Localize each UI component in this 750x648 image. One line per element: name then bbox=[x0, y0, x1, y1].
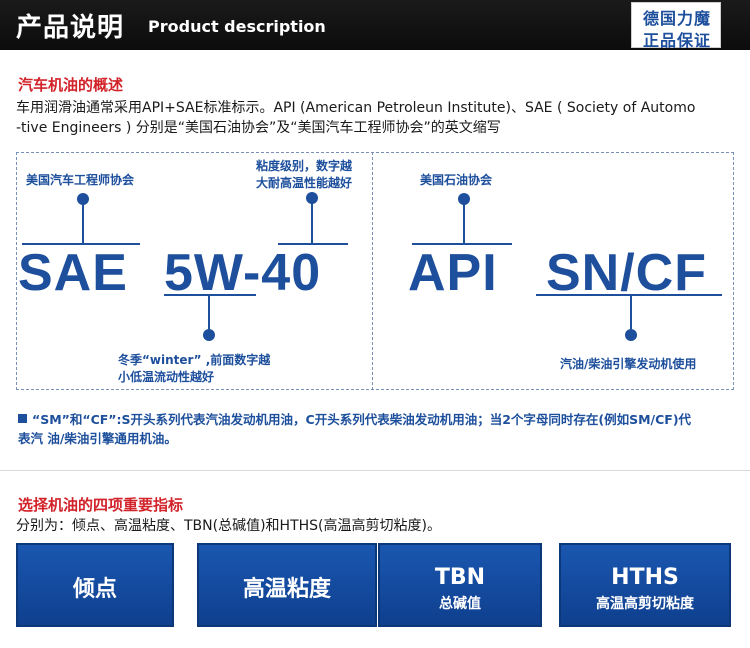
winter-pointer-line bbox=[208, 295, 210, 329]
indicator-high-temp-viscosity: 高温粘度 bbox=[197, 543, 377, 627]
sm-cf-note: “SM”和“CF”:S开头系列代表汽油发动机用油，C开头系列代表柴油发动机用油；… bbox=[18, 410, 736, 448]
api-callout: 美国石油协会 bbox=[420, 173, 493, 187]
viscosity-pointer-line bbox=[311, 203, 313, 244]
header-title-en: Product description bbox=[148, 17, 326, 36]
indicator-label: HTHS bbox=[611, 565, 679, 590]
brand-line-2: 正品保证 bbox=[642, 31, 711, 50]
overview-line-2: -tive Engineers ) 分别是“美国石油协会”及“美国汽车工程师协会… bbox=[16, 120, 501, 136]
square-bullet-icon bbox=[18, 414, 27, 423]
viscosity-callout-2: 大耐高温性能越好 bbox=[256, 176, 353, 190]
winter-callout-2: 小低温流动性越好 bbox=[118, 370, 215, 384]
api-pointer-line bbox=[463, 204, 465, 244]
engine-pointer-line bbox=[630, 295, 632, 329]
engine-pointer-dot bbox=[625, 329, 637, 341]
brand-badge: 德国力魔 正品保证 bbox=[631, 2, 721, 50]
indicator-tbn: TBN 总碱值 bbox=[378, 543, 542, 627]
note-line-2: 表汽 油/柴油引擎通用机油。 bbox=[18, 431, 177, 446]
header-title-cn: 产品说明 bbox=[16, 13, 125, 43]
engine-underline bbox=[536, 294, 722, 296]
sae-pointer-line bbox=[82, 204, 84, 244]
indicator-sublabel: 总碱值 bbox=[439, 596, 481, 612]
indicator-label: TBN bbox=[434, 565, 486, 590]
indicator-label: 倾点 bbox=[72, 577, 117, 602]
indicator-label: 高温粘度 bbox=[242, 577, 331, 602]
overview-line-1: 车用润滑油通常采用API+SAE标准标示。API (American Petro… bbox=[16, 100, 696, 116]
indicator-pour-point: 倾点 bbox=[16, 543, 174, 627]
header-banner: 产品说明 Product description 德国力魔 正品保证 bbox=[0, 0, 750, 50]
brand-line-1: 德国力魔 bbox=[642, 9, 711, 28]
indicator-hths: HTHS 高温高剪切粘度 bbox=[559, 543, 731, 627]
overview-title: 汽车机油的概述 bbox=[18, 76, 124, 94]
indicators-title: 选择机油的四项重要指标 bbox=[18, 496, 184, 514]
engine-callout: 汽油/柴油引擎发动机使用 bbox=[560, 357, 697, 371]
section-divider bbox=[0, 470, 750, 471]
sae-text: SAE bbox=[18, 244, 128, 302]
viscosity-callout-1: 粘度级别，数字越 bbox=[256, 159, 353, 173]
indicators-subtitle: 分别为：倾点、高温粘度、TBN(总碱值)和HTHS(高温高剪切粘度)。 bbox=[16, 518, 441, 534]
api-text: API bbox=[408, 244, 498, 302]
winter-callout-1: 冬季“winter” ,前面数字越 bbox=[118, 353, 271, 367]
winter-pointer-dot bbox=[203, 329, 215, 341]
note-line-1: “SM”和“CF”:S开头系列代表汽油发动机用油，C开头系列代表柴油发动机用油；… bbox=[18, 410, 736, 429]
indicator-sublabel: 高温高剪切粘度 bbox=[596, 596, 694, 612]
grade-text: 5W-40 bbox=[164, 244, 322, 302]
note-line-1-text: “SM”和“CF”:S开头系列代表汽油发动机用油，C开头系列代表柴油发动机用油；… bbox=[32, 412, 692, 427]
sae-callout: 美国汽车工程师协会 bbox=[26, 173, 135, 187]
sn-cf-text: SN/CF bbox=[546, 244, 707, 302]
diagram-divider bbox=[372, 152, 373, 390]
winter-underline bbox=[164, 294, 256, 296]
